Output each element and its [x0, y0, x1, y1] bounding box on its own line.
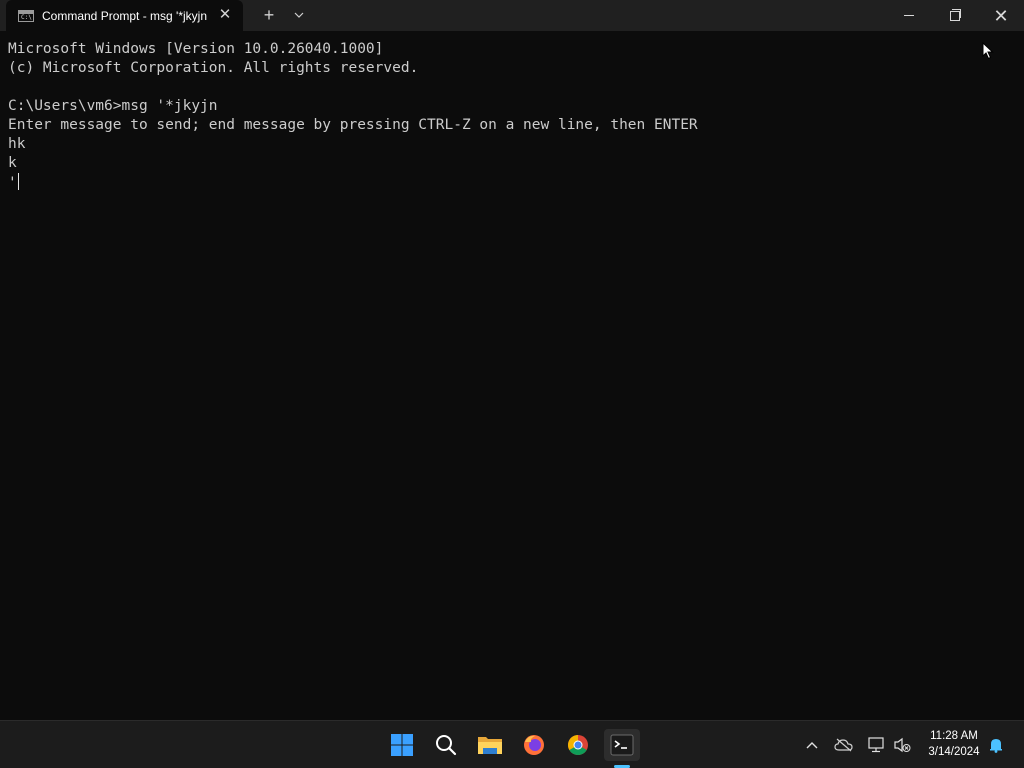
network-icon — [868, 737, 884, 753]
mouse-pointer-icon — [982, 42, 994, 60]
terminal-icon — [610, 734, 634, 756]
close-icon: ✕ — [993, 5, 1009, 26]
onedrive-button[interactable] — [832, 731, 856, 759]
search-button[interactable] — [430, 729, 462, 761]
command-prompt-icon: C:\ — [18, 9, 34, 22]
notifications-button[interactable] — [984, 731, 1008, 759]
search-icon — [436, 735, 457, 756]
restore-icon — [950, 8, 961, 21]
minimize-button[interactable] — [886, 0, 932, 31]
minimize-icon — [904, 15, 914, 16]
terminal-line: (c) Microsoft Corporation. All rights re… — [8, 60, 419, 76]
folder-icon — [478, 737, 502, 754]
terminal-input-text: ' — [8, 175, 17, 191]
tab-dropdown-button[interactable] — [284, 0, 314, 31]
chevron-down-icon — [294, 12, 304, 18]
volume-button[interactable] — [890, 731, 914, 759]
show-hidden-icons-button[interactable] — [800, 731, 824, 759]
terminal-input-line[interactable]: ' — [8, 173, 1008, 192]
terminal-line: Microsoft Windows [Version 10.0.26040.10… — [8, 41, 384, 57]
close-window-button[interactable]: ✕ — [978, 0, 1024, 31]
tab-title: Command Prompt - msg '*jkyjn — [42, 8, 207, 23]
new-tab-button[interactable]: + — [254, 0, 284, 31]
close-tab-icon[interactable]: ✕ — [217, 7, 233, 23]
chrome-button[interactable] — [562, 729, 594, 761]
title-bar: C:\ Command Prompt - msg '*jkyjn ✕ + ✕ — [0, 0, 1024, 31]
terminal-line: hk — [8, 136, 26, 152]
windows-start-icon — [391, 734, 413, 756]
terminal-line: C:\Users\vm6>msg '*jkyjn — [8, 98, 218, 114]
firefox-icon — [524, 735, 544, 755]
terminal-button[interactable] — [604, 729, 640, 761]
bell-icon — [990, 739, 1002, 753]
network-button[interactable] — [864, 731, 888, 759]
terminal-line: k — [8, 155, 17, 171]
volume-muted-icon — [894, 737, 911, 753]
terminal-line: Enter message to send; end message by pr… — [8, 117, 698, 133]
start-button[interactable] — [386, 729, 418, 761]
cloud-offline-icon — [834, 738, 853, 752]
chrome-icon — [568, 735, 588, 755]
file-explorer-button[interactable] — [474, 729, 506, 761]
tab-command-prompt[interactable]: C:\ Command Prompt - msg '*jkyjn ✕ — [6, 0, 243, 31]
terminal-output[interactable]: Microsoft Windows [Version 10.0.26040.10… — [8, 40, 1008, 710]
firefox-button[interactable] — [518, 729, 550, 761]
text-cursor — [17, 173, 20, 190]
restore-button[interactable] — [932, 0, 978, 31]
chevron-up-icon — [806, 742, 818, 749]
taskbar: 11:28 AM 3/14/2024 — [0, 720, 1024, 768]
